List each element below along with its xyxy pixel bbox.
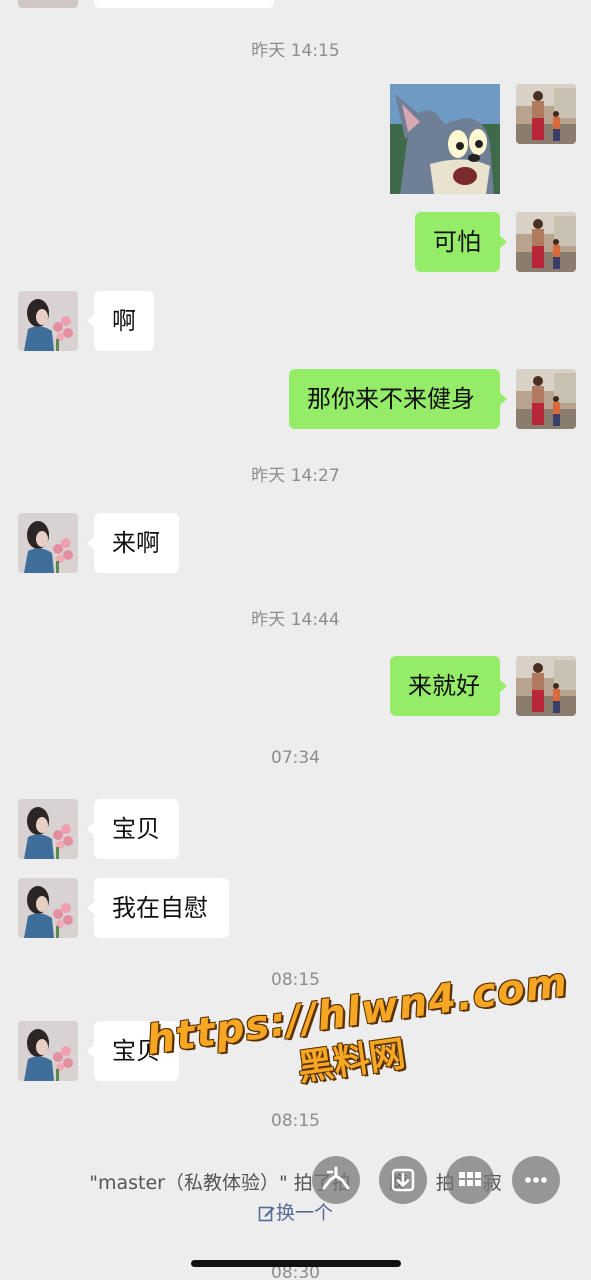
timestamp: 昨天 14:15 [251,41,340,61]
timestamp: 07:34 [271,748,320,768]
grid-button[interactable] [446,1156,494,1204]
self-avatar[interactable] [516,656,576,716]
change-pat-link[interactable]: 换一个 [0,1198,591,1227]
grid-icon [446,1156,494,1204]
download-button[interactable] [379,1156,427,1204]
message-bubble-self[interactable]: 那你来不来健身 [289,369,507,429]
sparkle-icon [312,1156,360,1204]
contact-avatar[interactable] [18,1021,78,1081]
download-icon [379,1156,427,1204]
contact-avatar[interactable] [18,799,78,859]
self-avatar[interactable] [516,84,576,144]
message-bubble-contact[interactable]: 啊 [87,291,154,351]
more-button[interactable] [512,1156,560,1204]
message-bubble-self[interactable]: 可怕 [415,212,507,272]
message-bubble-contact[interactable]: 来啊 [87,513,179,573]
home-indicator[interactable] [191,1260,401,1267]
chat-screen: 昨天 14:15 昨天 14:27 昨天 14:44 07:34 08:15 0… [0,0,591,1280]
message-bubble-self[interactable]: 来就好 [390,656,507,716]
ai-sparkle-button[interactable] [312,1156,360,1204]
more-icon [512,1156,560,1204]
change-pat-label: 换一个 [275,1202,333,1224]
tom-cat-scared-sticker[interactable] [390,84,500,194]
edit-icon [258,1204,276,1227]
contact-avatar[interactable] [18,513,78,573]
timestamp: 昨天 14:27 [251,466,340,486]
timestamp: 昨天 14:44 [251,610,340,630]
partial-avatar-top[interactable] [18,0,78,8]
pat-notice: "master（私教体验）" 拍了拍腹拍寂 [0,1168,591,1195]
self-avatar[interactable] [516,369,576,429]
contact-avatar[interactable] [18,878,78,938]
contact-avatar[interactable] [18,291,78,351]
self-avatar[interactable] [516,212,576,272]
partial-bubble-top [94,0,274,8]
message-bubble-contact[interactable]: 我在自慰 [87,878,229,938]
message-bubble-contact[interactable]: 宝贝 [87,799,179,859]
